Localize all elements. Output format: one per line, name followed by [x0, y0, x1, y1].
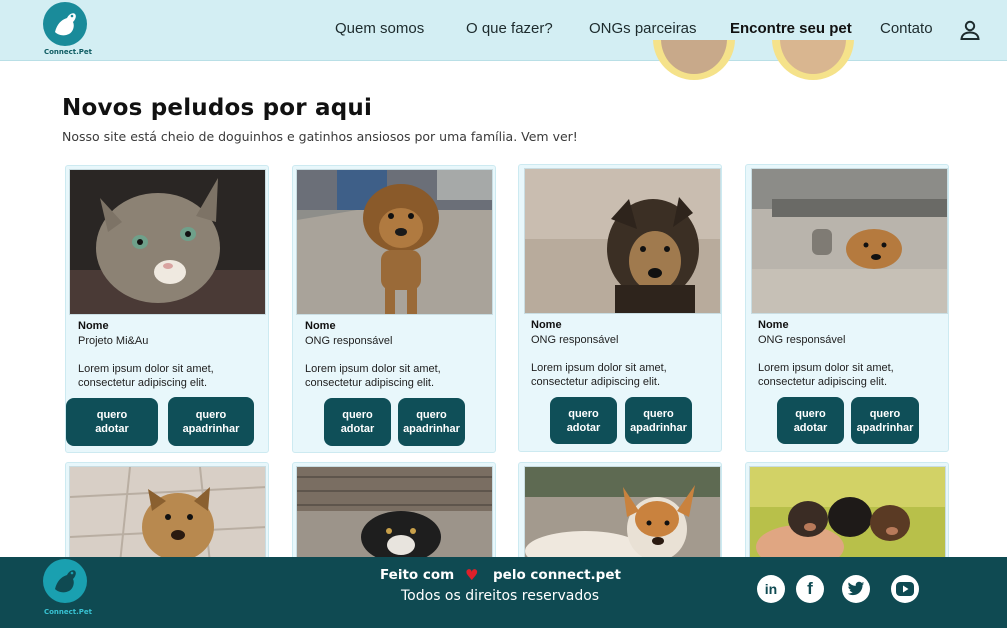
- pet-photo-dog-shepherd: [524, 168, 721, 314]
- card-name-label: Nome: [305, 320, 336, 332]
- page-title: Novos peludos por aqui: [62, 95, 373, 121]
- pet-card: [518, 462, 722, 562]
- footer-rights: Todos os direitos reservados: [401, 588, 600, 604]
- footer-made-by: pelo connect.pet: [493, 567, 621, 583]
- heart-icon: ♥: [465, 566, 479, 584]
- pet-photo-dog-under-fence: [296, 466, 493, 562]
- adopt-button[interactable]: quero adotar: [324, 398, 391, 446]
- facebook-icon[interactable]: f: [796, 575, 824, 603]
- card-description: Lorem ipsum dolor sit amet, consectetur …: [78, 363, 214, 389]
- card-org: Projeto Mi&Au: [78, 335, 149, 347]
- nav-item-quem-somos[interactable]: Quem somos: [335, 20, 424, 37]
- nav-item-encontre-seu-pet[interactable]: Encontre seu pet: [730, 20, 852, 37]
- logo-text: Connect.Pet: [43, 48, 93, 56]
- logo-icon: [43, 2, 87, 46]
- sponsor-button[interactable]: quero apadrinhar: [625, 397, 692, 444]
- user-icon[interactable]: [958, 18, 982, 42]
- adopt-button[interactable]: quero adotar: [777, 397, 844, 444]
- pet-photo-puppy-street: [296, 169, 493, 315]
- facebook-glyph: f: [807, 579, 813, 598]
- nav-item-ongs-parceiras[interactable]: ONGs parceiras: [589, 20, 697, 37]
- card-description: Lorem ipsum dolor sit amet, consectetur …: [758, 362, 894, 388]
- pet-photo-dog-tiles: [69, 466, 266, 562]
- sponsor-button[interactable]: quero apadrinhar: [168, 397, 254, 446]
- decorative-pet-circle: [772, 40, 854, 80]
- card-name-label: Nome: [758, 319, 789, 331]
- twitter-bird: [847, 581, 865, 596]
- page-subtitle: Nosso site está cheio de doguinhos e gat…: [62, 129, 578, 144]
- card-name-label: Nome: [531, 319, 562, 331]
- youtube-icon[interactable]: [891, 575, 919, 603]
- sponsor-button[interactable]: quero apadrinhar: [851, 397, 919, 444]
- logo-text: Connect.Pet: [43, 608, 93, 616]
- card-org: ONG responsável: [531, 334, 619, 346]
- footer: Connect.Pet Feito com ♥ pelo connect.pet…: [0, 557, 1007, 628]
- card-name-label: Nome: [78, 320, 109, 332]
- pet-card: [745, 462, 949, 562]
- adopt-button[interactable]: quero adotar: [550, 397, 617, 444]
- pet-photo-dog-under-car: [751, 168, 948, 314]
- card-org: ONG responsável: [758, 334, 846, 346]
- pet-card: [65, 462, 269, 562]
- twitter-icon[interactable]: [842, 575, 870, 603]
- footer-logo[interactable]: Connect.Pet: [40, 559, 94, 619]
- nav-item-contato[interactable]: Contato: [880, 20, 933, 37]
- card-description: Lorem ipsum dolor sit amet, consectetur …: [531, 362, 667, 388]
- pet-photo-cat: [69, 169, 266, 315]
- pet-photo-dog-lying: [524, 466, 721, 562]
- pet-photo-puppies-hand: [749, 466, 946, 562]
- sponsor-button[interactable]: quero apadrinhar: [398, 398, 465, 446]
- pet-card: Nome ONG responsável Lorem ipsum dolor s…: [518, 164, 722, 452]
- youtube-play: [896, 582, 914, 596]
- page: Connect.Pet Quem somos O que fazer? ONGs…: [0, 0, 1007, 628]
- footer-made-with: Feito com: [380, 567, 455, 583]
- pet-card: Nome ONG responsável Lorem ipsum dolor s…: [292, 165, 496, 453]
- pet-card: Nome ONG responsável Lorem ipsum dolor s…: [745, 164, 949, 452]
- card-org: ONG responsável: [305, 335, 393, 347]
- decorative-pet-circle: [653, 40, 735, 80]
- logo-icon: [43, 559, 87, 603]
- logo[interactable]: Connect.Pet: [40, 2, 94, 58]
- card-description: Lorem ipsum dolor sit amet, consectetur …: [305, 363, 441, 389]
- linkedin-icon[interactable]: in: [757, 575, 785, 603]
- adopt-button[interactable]: quero adotar: [66, 398, 158, 446]
- nav-item-o-que-fazer[interactable]: O que fazer?: [466, 20, 553, 37]
- pet-card: Nome Projeto Mi&Au Lorem ipsum dolor sit…: [65, 165, 269, 453]
- pet-card: [292, 462, 496, 562]
- linkedin-glyph: in: [764, 581, 778, 597]
- header: Connect.Pet Quem somos O que fazer? ONGs…: [0, 0, 1007, 61]
